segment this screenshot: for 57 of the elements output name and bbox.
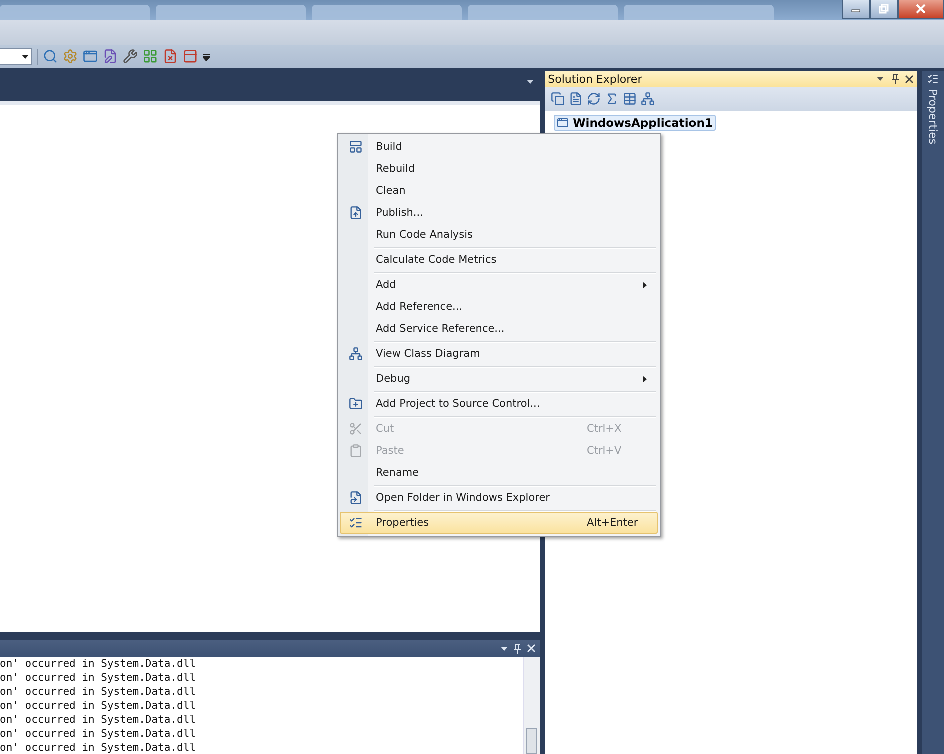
dropdown-icon[interactable] (877, 77, 884, 81)
dropdown-icon[interactable] (527, 80, 534, 84)
scissors-icon (349, 422, 363, 436)
scrollbar-thumb[interactable] (526, 728, 538, 754)
dropdown-arrow-icon (22, 54, 29, 58)
output-line: on' occurred in System.Data.dll (0, 699, 197, 713)
restore-icon (879, 4, 889, 14)
menu-item[interactable]: Publish... (340, 202, 658, 224)
menu-item[interactable]: Rename (340, 462, 658, 484)
folder-plus-icon (349, 397, 363, 411)
close-icon[interactable] (905, 74, 914, 84)
dropdown-icon[interactable] (501, 646, 508, 650)
close-icon (916, 4, 926, 14)
file-icon (349, 491, 363, 505)
output-line: on' occurred in System.Data.dll (0, 671, 197, 685)
submenu-arrow-icon (643, 282, 647, 288)
clipboard-icon (349, 444, 363, 458)
menu-item[interactable]: View Class Diagram (340, 343, 658, 365)
project-icon (557, 117, 570, 129)
output-line: on' occurred in System.Data.dll (0, 741, 197, 754)
search-icon[interactable] (43, 49, 58, 64)
table-icon[interactable] (623, 92, 638, 106)
menu-item[interactable]: Open Folder in Windows Explorer (340, 487, 658, 509)
menu-item[interactable]: Calculate Code Metrics (340, 249, 658, 271)
output-line: on' occurred in System.Data.dll (0, 713, 197, 727)
menu-item[interactable]: Debug (340, 368, 658, 390)
dropdown[interactable] (0, 48, 32, 65)
restore-button[interactable] (870, 0, 898, 19)
menu-item[interactable]: Run Code Analysis (340, 224, 658, 246)
submenu-arrow-icon (643, 376, 647, 382)
wrench-icon[interactable] (123, 49, 138, 64)
menu-item[interactable]: Rebuild (340, 158, 658, 180)
menu-item[interactable]: Add Reference... (340, 296, 658, 318)
menu-item[interactable]: Clean (340, 180, 658, 202)
menu-item[interactable]: Build (340, 136, 658, 158)
menu-item[interactable]: Add Project to Source Control... (340, 393, 658, 415)
window-icon[interactable] (83, 49, 98, 64)
menu-item[interactable]: Properties Alt+Enter (340, 512, 658, 534)
panel-icon[interactable] (183, 49, 198, 64)
menu-item[interactable]: Add Service Reference... (340, 318, 658, 340)
minimize-button[interactable] (842, 0, 870, 19)
file-x-icon[interactable] (163, 49, 178, 64)
output-line: on' occurred in System.Data.dll (0, 685, 197, 699)
output-line: on' occurred in System.Data.dll (0, 657, 197, 671)
pin-icon[interactable] (892, 74, 900, 84)
side-tab[interactable]: Properties (926, 87, 940, 147)
close-button[interactable] (898, 0, 944, 19)
file-icon[interactable] (569, 92, 584, 106)
overflow-icon[interactable] (203, 52, 210, 60)
menu-item[interactable]: Add (340, 274, 658, 296)
copy-icon[interactable] (551, 92, 566, 106)
scrollbar[interactable] (523, 657, 540, 754)
panel-title: Solution Explorer (548, 72, 644, 86)
tree-item[interactable]: WindowsApplication1 (554, 115, 716, 131)
refresh-icon[interactable] (587, 92, 602, 106)
output-line: on' occurred in System.Data.dll (0, 727, 197, 741)
file-edit-icon[interactable] (103, 49, 118, 64)
